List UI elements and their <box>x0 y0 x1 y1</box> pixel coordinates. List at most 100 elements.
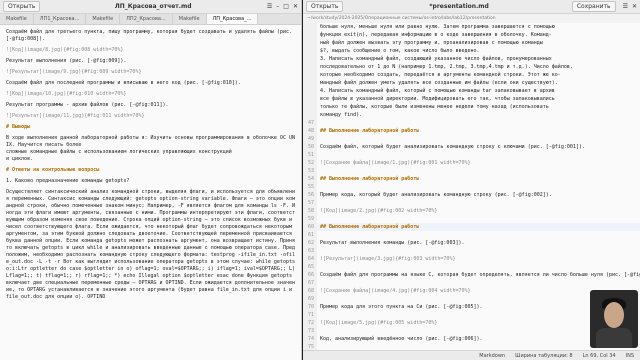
code-line: которые необходимо создать, передаётся в… <box>303 71 640 79</box>
code-line: 65 <box>303 263 640 271</box>
heading-line: # Ответы на контрольные вопросы <box>6 167 100 173</box>
line-text <box>317 135 320 143</box>
line-text: ![Результат](image/3.jpg){#fig:003 width… <box>320 256 456 262</box>
maximize-icon[interactable]: □ <box>283 3 289 10</box>
tab-4[interactable]: Makefile <box>173 14 207 24</box>
code-line: 55 <box>303 183 640 191</box>
line-text: функции exit(n), передавая информацию в … <box>320 32 552 38</box>
tab-2[interactable]: Makefile <box>86 14 121 24</box>
text-line: Результат программы - архив файлов (рис.… <box>6 102 169 108</box>
image-link-line: ![Результат](image/11.jpg){#fig:011 widt… <box>6 113 145 119</box>
line-text: Код, анализирующий введённое число (рис.… <box>320 336 483 342</box>
code-line: 4. Написать командный файл, который с по… <box>303 87 640 95</box>
line-number <box>303 47 317 55</box>
close-icon[interactable]: ✕ <box>632 3 637 10</box>
left-open-button[interactable]: Открыть <box>3 1 41 12</box>
line-number: 73 <box>303 327 317 335</box>
line-text: ![Код](image/2.jpg){#fig:002 width=70%} <box>320 208 438 214</box>
code-line: 54 ## Выполнение лабораторной работы <box>303 175 640 183</box>
line-number <box>303 87 317 95</box>
tab-3[interactable]: ЛП2_Красова... <box>120 14 173 24</box>
code-line: функции exit(n), передавая информацию в … <box>303 31 640 39</box>
line-text <box>317 119 320 127</box>
tab-0[interactable]: Makefile <box>0 14 34 24</box>
text-line: Создаём файл для последней программы и в… <box>6 80 241 86</box>
code-line: 66 Создаём файл для программы на языке C,… <box>303 271 640 279</box>
menu-icon[interactable]: ☰ <box>267 3 272 10</box>
line-number <box>303 111 317 119</box>
heading-line: # Выводы <box>6 124 31 130</box>
line-number: 71 <box>303 311 317 319</box>
line-text: ![Код](image/5.jpg){#fig:005 width=70%} <box>320 320 438 326</box>
line-text <box>317 295 320 303</box>
line-number: 61 <box>303 231 317 239</box>
line-number <box>303 79 317 87</box>
person-body <box>596 328 632 348</box>
line-number: 51 <box>303 151 317 159</box>
file-path: ~/work/study/2024-2025/Операционные сист… <box>303 14 640 23</box>
line-text <box>317 199 320 207</box>
code-line: 52 ![Создание файла](image/1.jpg){#fig:00… <box>303 159 640 167</box>
code-line: 62 Результат выполнения команды (рис. [-@… <box>303 239 640 247</box>
line-number: 55 <box>303 183 317 191</box>
close-icon[interactable]: ✕ <box>293 3 298 10</box>
code-line: 47 <box>303 119 640 127</box>
save-button[interactable]: Сохранить <box>571 1 616 12</box>
line-number <box>303 55 317 63</box>
code-line: мандный файл должен уметь удалять все со… <box>303 79 640 87</box>
line-number: 74 <box>303 335 317 343</box>
line-text: все файлы в указанной директории. Модифи… <box>320 96 555 102</box>
line-text <box>317 263 320 271</box>
line-text: Пример кода, который будет анализировать… <box>320 192 552 198</box>
line-number <box>303 23 317 31</box>
image-link-line: ![Код](image/8.jpg){#fig:008 width=70%} <box>6 47 124 53</box>
line-number: 50 <box>303 143 317 151</box>
code-line: 3. Написать командный файл, создающий ук… <box>303 55 640 63</box>
line-number: 52 <box>303 159 317 167</box>
line-number: 47 <box>303 119 317 127</box>
left-header-bar: Открыть ЛП_Красова_отчет.md ☰ – □ ✕ <box>0 0 301 14</box>
line-text <box>317 151 320 159</box>
status-bar: Markdown Ширина табуляции: 8 Ln 69, Col … <box>303 350 640 360</box>
line-text: $?, выдать сообщение о том, какое число … <box>320 48 480 54</box>
code-line: больше нуля, меньше нуля или равно нулю.… <box>303 23 640 31</box>
code-line: 64 ![Результат](image/3.jpg){#fig:003 wid… <box>303 255 640 263</box>
line-number: 66 <box>303 271 317 279</box>
line-text <box>317 167 320 175</box>
tab-1[interactable]: ЛП1_Красова... <box>34 14 87 24</box>
right-open-button[interactable]: Открыть <box>306 1 344 12</box>
line-number <box>303 63 317 71</box>
line-text: больше нуля, меньше нуля или равно нулю.… <box>320 24 555 30</box>
right-window-title: *presentation.md <box>429 3 489 10</box>
line-number: 53 <box>303 167 317 175</box>
line-text: ## Выполнение лабораторной работы <box>320 128 420 134</box>
text-line: сложные командные файлы с использованием… <box>6 149 232 155</box>
line-text <box>317 215 320 223</box>
language-selector[interactable]: Markdown <box>479 353 505 359</box>
code-line: 56 Пример кода, который будет анализирова… <box>303 191 640 199</box>
code-line: 67 <box>303 279 640 287</box>
code-line: последовательно от 1 до N (например 1.tm… <box>303 63 640 71</box>
line-text: Пример кода для этого пункта на Си (рис.… <box>320 304 483 310</box>
minimize-icon[interactable]: – <box>276 3 279 10</box>
left-tab-bar: Makefile ЛП1_Красова... Makefile ЛП2_Красов… <box>0 14 301 25</box>
left-editor-text[interactable]: Создаём файл для третьего пункта, пишу п… <box>0 25 301 347</box>
line-text: ный файл должен вызвать эту программу и,… <box>320 40 543 46</box>
line-number: 65 <box>303 263 317 271</box>
line-text <box>317 247 320 255</box>
code-line: $?, выдать сообщение о том, какое число … <box>303 47 640 55</box>
line-number <box>303 71 317 79</box>
line-text: Результат выполнения команды (рис. [-@fi… <box>320 240 465 246</box>
code-line: 57 <box>303 199 640 207</box>
menu-icon[interactable]: ☰ <box>623 3 628 10</box>
line-text <box>317 231 320 239</box>
tab-width-selector[interactable]: Ширина табуляции: 8 <box>515 353 573 359</box>
line-number: 56 <box>303 191 317 199</box>
line-text: последовательно от 1 до N (например 1.tm… <box>320 64 573 70</box>
code-line: все файлы в указанной директории. Модифи… <box>303 95 640 103</box>
tab-5[interactable]: ЛП_Красова_... <box>206 14 259 24</box>
insert-mode: INS <box>625 352 634 359</box>
code-line: только те файлы, которые были изменены м… <box>303 103 640 111</box>
line-number: 60 <box>303 223 317 231</box>
line-text: ## Выполнение лабораторной работы <box>320 224 420 230</box>
